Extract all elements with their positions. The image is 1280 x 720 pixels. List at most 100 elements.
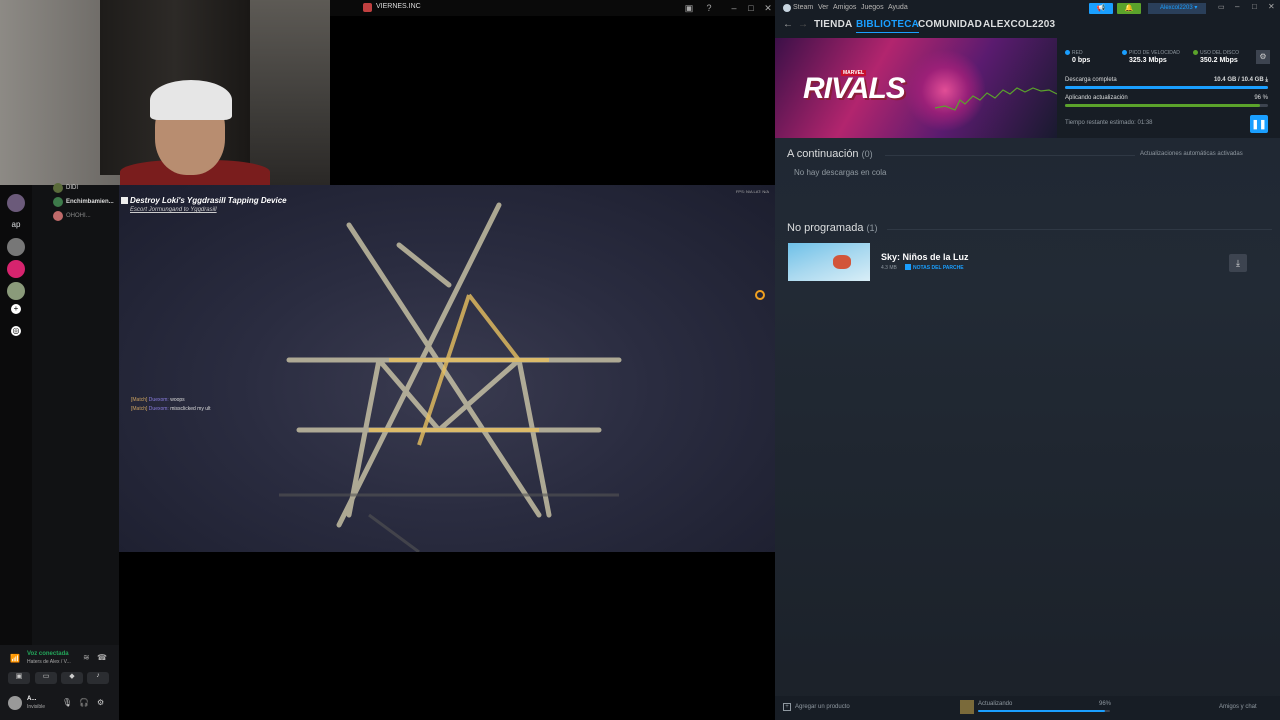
footer-status[interactable]: Actualizando [978, 701, 1012, 707]
server-icon[interactable] [7, 282, 25, 300]
item-size: 4.3 MB [881, 265, 897, 271]
patch-notes-link[interactable]: NOTAS DEL PARCHE [913, 265, 964, 271]
stat-dot [1122, 50, 1127, 55]
user-status: Invisible [27, 704, 46, 710]
nav-profile[interactable]: ALEXCOL2203 [983, 19, 1055, 30]
camera-button[interactable]: ▣ [8, 672, 30, 684]
unscheduled-title: No programada (1) [787, 222, 878, 234]
banner-logo: RIVALS [803, 72, 906, 105]
quest-title: Destroy Loki's Yggdrasill Tapping Device [130, 196, 287, 205]
download-panel: RED 0 bps PICO DE VELOCIDAD 325.3 Mbps U… [1057, 38, 1280, 138]
pause-button[interactable]: ❚❚ [1250, 115, 1268, 133]
gear-icon[interactable]: ⚙ [97, 698, 104, 707]
webcam-feed [0, 0, 330, 185]
announce-button[interactable]: 📢 [1089, 3, 1113, 14]
server-ap[interactable]: ap [7, 216, 25, 234]
avatar[interactable] [8, 696, 22, 710]
divider [885, 155, 1135, 156]
stat-label: USO DEL DISCO [1200, 50, 1239, 56]
stat-value: 350.2 Mbps [1200, 57, 1238, 64]
bigpicture-icon[interactable]: ▭ [1218, 3, 1225, 11]
maximize-icon[interactable]: □ [745, 2, 757, 14]
menu-steam[interactable]: Steam [793, 4, 813, 11]
minimize-icon[interactable]: – [1235, 2, 1239, 11]
voice-channel[interactable]: Haters de Alex / V... [27, 659, 71, 665]
nav-comunidad[interactable]: COMUNIDAD [918, 19, 982, 30]
member-name[interactable]: OHOHI... [66, 213, 91, 219]
nav-tienda[interactable]: TIENDA [814, 19, 852, 30]
screen-share-button[interactable]: ▭ [35, 672, 57, 684]
quest-subtitle: Escort Jormungand to Yggdrasill [130, 207, 217, 213]
server-icon[interactable] [7, 238, 25, 256]
notifications-button[interactable]: 🔔 [1117, 3, 1141, 14]
stat-value: 325.3 Mbps [1129, 57, 1167, 64]
steam-menu-bar: Steam Ver Amigos Juegos Ayuda 📢 🔔 Alexco… [775, 0, 1280, 16]
voice-status[interactable]: Voz conectada [27, 651, 69, 657]
close-icon[interactable]: ✕ [762, 2, 774, 14]
noise-suppression-icon[interactable]: ≋ [83, 653, 90, 662]
auto-updates-link[interactable]: Actualizaciones automáticas activadas [1140, 151, 1243, 157]
minimize-icon[interactable]: – [728, 2, 740, 14]
menu-ayuda[interactable]: Ayuda [888, 4, 908, 11]
discord-voice-panel: 📶 Voz conectada Haters de Alex / V... ≋ … [0, 645, 119, 720]
apply-update-value: 96 % [1254, 95, 1268, 101]
menu-ver[interactable]: Ver [818, 4, 829, 11]
steam-nav: ← → TIENDA BIBLIOTECA COMUNIDAD ALEXCOL2… [775, 16, 1280, 38]
apply-update-label: Aplicando actualización [1065, 95, 1128, 101]
ability-indicator-icon [755, 290, 765, 300]
close-icon[interactable]: ✕ [1268, 2, 1275, 11]
mic-icon[interactable]: 🎙 [62, 698, 72, 707]
fps-readout: FPS: N/A LAT: N/A [735, 189, 769, 194]
download-complete-label: Descarga completa [1065, 77, 1117, 83]
account-button[interactable]: Alexcol2203 ▾ [1148, 3, 1206, 14]
menu-juegos[interactable]: Juegos [861, 4, 884, 11]
user-name[interactable]: A... [27, 696, 36, 702]
game-viewport[interactable]: Destroy Loki's Yggdrasill Tapping Device… [119, 185, 775, 552]
discord-voice-members: DIDI Enchimbamien... OHOHI... [32, 183, 119, 645]
soundboard-button[interactable]: ♪ [87, 672, 109, 684]
discord-server-rail: ap + ◎ [0, 185, 32, 720]
chat-line: [Match] Duexom: missclicked my ult [131, 406, 211, 412]
disconnect-icon[interactable]: ☎ [97, 653, 107, 662]
game-icon [960, 700, 974, 714]
queue-title: A continuación (0) [787, 148, 873, 160]
add-product-link[interactable]: Agregar un producto [795, 704, 850, 710]
app-icon [363, 3, 372, 12]
queue-empty: No hay descargas en cola [794, 168, 887, 177]
item-name[interactable]: Sky: Niños de la Luz [881, 252, 969, 262]
nav-biblioteca[interactable]: BIBLIOTECA [856, 19, 920, 33]
game-window-title: VIERNES.INC [376, 3, 421, 10]
add-server-icon[interactable]: + [11, 304, 21, 314]
game-window-titlebar: VIERNES.INC ▣ ? – □ ✕ [330, 0, 775, 16]
gear-icon[interactable]: ⚙ [1256, 50, 1270, 64]
signal-icon: 📶 [10, 654, 20, 663]
headphones-icon[interactable]: 🎧 [79, 698, 89, 707]
server-icon[interactable] [7, 260, 25, 278]
avatar [53, 197, 63, 207]
forward-arrow-icon[interactable]: → [798, 19, 808, 30]
notes-icon [905, 264, 911, 270]
stat-value: 0 bps [1072, 57, 1091, 64]
stat-dot [1065, 50, 1070, 55]
maximize-icon[interactable]: □ [1252, 2, 1257, 11]
help-icon[interactable]: ? [703, 2, 715, 14]
download-button[interactable]: ⤓ [1229, 254, 1247, 272]
add-icon[interactable]: + [783, 703, 791, 711]
quest-icon [121, 197, 128, 204]
member-name[interactable]: DIDI [66, 185, 78, 191]
game-thumbnail[interactable] [788, 243, 870, 281]
server-icon[interactable] [7, 194, 25, 212]
activity-button[interactable]: ◆ [61, 672, 83, 684]
steam-logo-icon [783, 4, 791, 12]
footer-progress-fill [978, 710, 1105, 712]
friends-chat-button[interactable]: Amigos y chat [1219, 704, 1257, 710]
chat-line: [Match] Duexom: woops [131, 397, 185, 403]
stat-label: RED [1072, 50, 1083, 56]
download-progress-fill [1065, 86, 1268, 89]
menu-amigos[interactable]: Amigos [833, 4, 856, 11]
back-arrow-icon[interactable]: ← [783, 19, 793, 30]
member-name[interactable]: Enchimbamien... [66, 199, 114, 205]
explore-icon[interactable]: ◎ [11, 326, 21, 336]
update-progress-fill [1065, 104, 1260, 107]
screen-icon[interactable]: ▣ [683, 2, 695, 14]
